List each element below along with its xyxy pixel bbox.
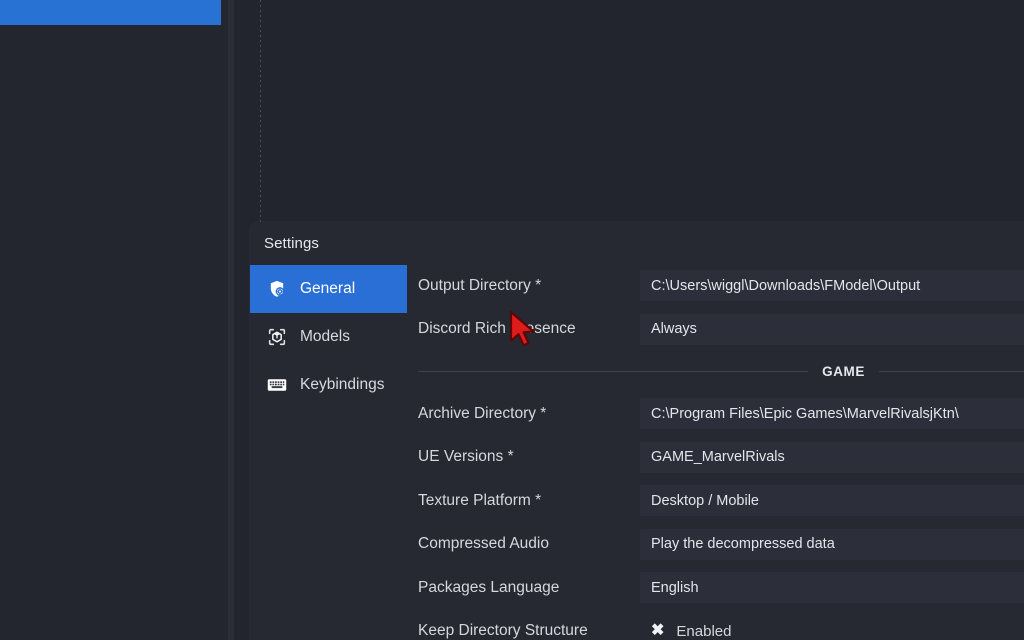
keyboard-icon: [267, 375, 287, 395]
field-row-packages-language: Packages Language English: [407, 566, 1024, 610]
texture-platform-select[interactable]: Desktop / Mobile: [640, 485, 1024, 517]
output-directory-input[interactable]: C:\Users\wiggl\Downloads\FModel\Output: [640, 270, 1024, 302]
discord-rich-presence-select[interactable]: Always: [640, 313, 1024, 345]
section-title: GAME: [822, 364, 865, 379]
section-divider-game: GAME: [407, 351, 1024, 392]
compressed-audio-select[interactable]: Play the decompressed data: [640, 528, 1024, 560]
checkbox-label: Enabled: [676, 622, 732, 640]
dialog-title: Settings: [264, 234, 319, 252]
archive-directory-input[interactable]: C:\Program Files\Epic Games\MarvelRivals…: [640, 398, 1024, 430]
field-label: Texture Platform *: [418, 491, 542, 509]
field-label: UE Versions *: [418, 448, 514, 466]
field-label: Packages Language: [418, 578, 560, 596]
field-row-compressed-audio: Compressed Audio Play the decompressed d…: [407, 523, 1024, 567]
divider-rule-right: [879, 371, 1024, 372]
keep-directory-structure-checkbox[interactable]: ✖ Enabled: [640, 616, 1024, 640]
nav-item-label: Keybindings: [300, 376, 385, 393]
field-row-keep-directory-structure: Keep Directory Structure ✖ Enabled: [407, 610, 1024, 640]
settings-nav: General Models Keybindings: [250, 264, 407, 640]
field-row-discord-rich-presence: Discord Rich Presence Always: [407, 308, 1024, 352]
divider-rule-left: [418, 371, 809, 372]
nav-item-general[interactable]: General: [250, 265, 407, 313]
field-label: Output Directory *: [418, 276, 542, 294]
pane-divider-primary[interactable]: [228, 0, 234, 640]
background-accent-bar: [0, 0, 221, 25]
background-left-pane: [0, 0, 228, 640]
app-window: Settings General Models Keybindings Outp…: [0, 0, 1024, 640]
nav-item-label: General: [300, 280, 356, 297]
field-row-archive-directory: Archive Directory * C:\Program Files\Epi…: [407, 392, 1024, 436]
field-row-output-directory: Output Directory * C:\Users\wiggl\Downlo…: [407, 264, 1024, 308]
nav-item-models[interactable]: Models: [250, 313, 407, 361]
field-row-ue-versions: UE Versions * GAME_MarvelRivals: [407, 436, 1024, 480]
settings-dialog: Settings General Models Keybindings Outp…: [250, 222, 1024, 640]
ue-versions-select[interactable]: GAME_MarvelRivals: [640, 441, 1024, 473]
nav-item-label: Models: [300, 328, 350, 345]
cube-scan-icon: [267, 327, 287, 347]
field-label: Discord Rich Presence: [418, 320, 576, 338]
check-icon: ✖: [651, 622, 665, 640]
field-label: Compressed Audio: [418, 535, 549, 553]
field-row-texture-platform: Texture Platform * Desktop / Mobile: [407, 479, 1024, 523]
field-label: Archive Directory *: [418, 404, 547, 422]
packages-language-select[interactable]: English: [640, 572, 1024, 604]
nav-item-keybindings[interactable]: Keybindings: [250, 361, 407, 409]
dialog-body: General Models Keybindings Output Direct…: [250, 264, 1024, 640]
field-label: Keep Directory Structure: [418, 622, 588, 640]
settings-content: Output Directory * C:\Users\wiggl\Downlo…: [407, 264, 1024, 640]
shield-settings-icon: [267, 279, 287, 299]
dialog-titlebar: Settings: [250, 222, 1024, 264]
